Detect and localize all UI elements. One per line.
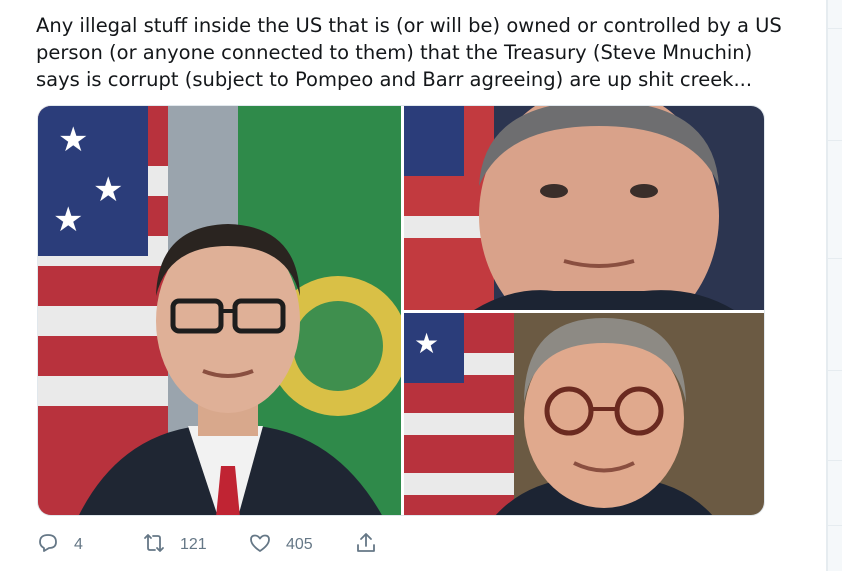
share-button[interactable] (354, 530, 378, 560)
retweet-button[interactable]: 121 (142, 530, 207, 560)
photo-1-image: ★ ★ ★ (38, 106, 401, 515)
like-count: 405 (286, 536, 313, 553)
tweet-photo-1[interactable]: ★ ★ ★ (38, 106, 401, 515)
side-panel-edge (828, 0, 842, 571)
tweet-actions: 4 121 405 (36, 530, 436, 560)
reply-count: 4 (74, 536, 83, 553)
tweet-media-grid: ★ ★ ★ ★ (37, 105, 765, 516)
like-button[interactable]: 405 (248, 530, 313, 560)
svg-text:★: ★ (414, 327, 439, 360)
share-icon (354, 531, 378, 559)
reply-button[interactable]: 4 (36, 530, 83, 560)
photo-3-image: ★ (404, 313, 764, 515)
retweet-icon (142, 531, 166, 559)
tweet-photo-3[interactable]: ★ (404, 313, 764, 515)
tweet-text: Any illegal stuff inside the US that is … (36, 14, 782, 91)
photo-2-image (404, 106, 764, 310)
reply-icon (36, 531, 60, 559)
tweet-photo-2[interactable] (404, 106, 764, 310)
svg-text:★: ★ (93, 170, 123, 210)
heart-icon (248, 531, 272, 559)
svg-text:★: ★ (58, 120, 88, 160)
retweet-count: 121 (180, 536, 207, 553)
svg-text:★: ★ (53, 200, 83, 240)
